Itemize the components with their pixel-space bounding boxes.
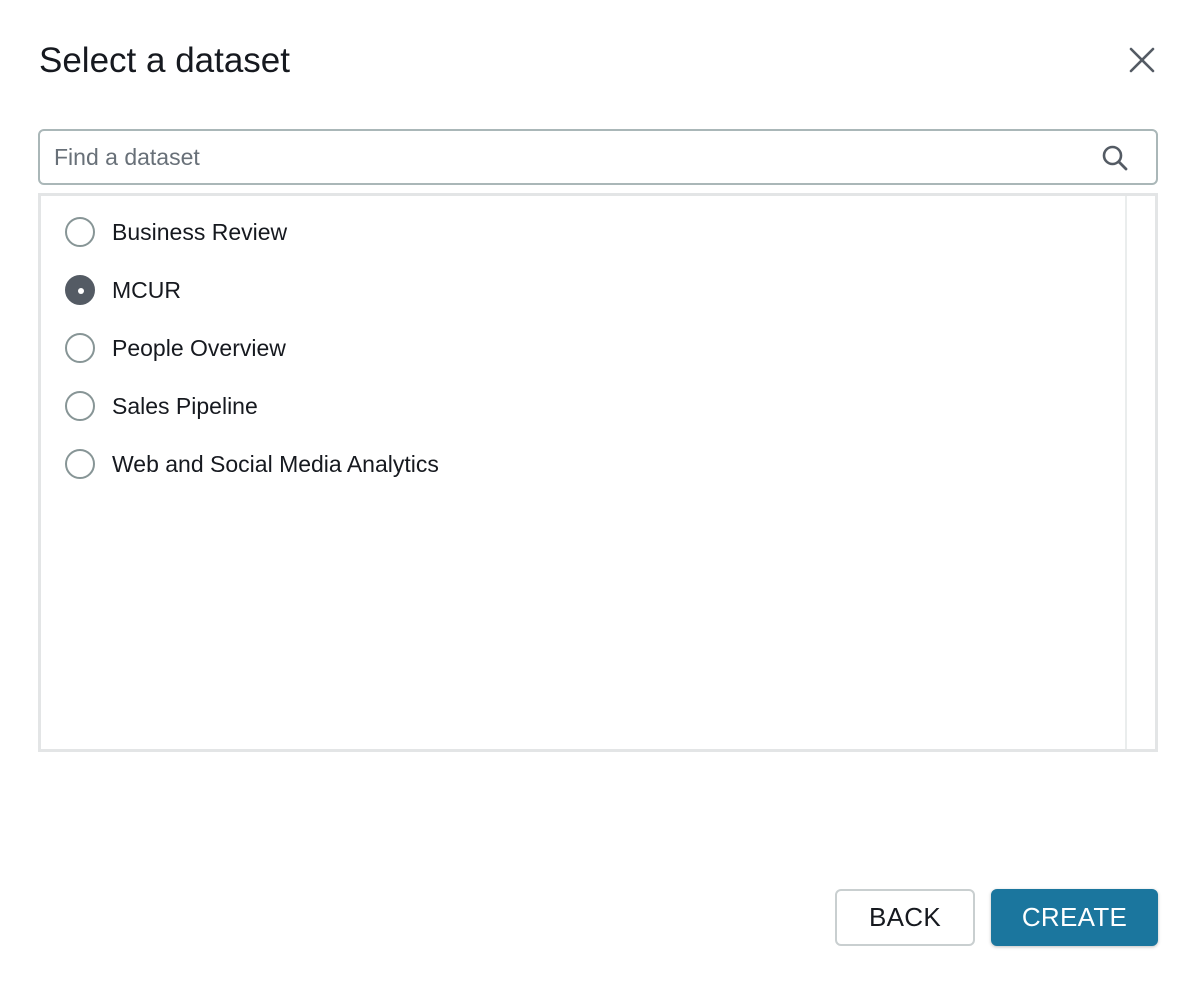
back-button[interactable]: BACK [835,889,975,946]
close-icon [1129,47,1155,73]
radio-button[interactable] [65,449,95,479]
dataset-option-label: MCUR [112,276,181,303]
dataset-option-web-social-media-analytics[interactable]: Web and Social Media Analytics [65,444,439,484]
radio-button[interactable] [65,391,95,421]
search-icon[interactable] [1100,143,1130,173]
dataset-option-label: Web and Social Media Analytics [112,450,439,477]
dataset-option-label: Business Review [112,218,288,245]
dataset-list: Business Review MCUR People Overview Sal… [38,193,1158,752]
dataset-option-people-overview[interactable]: People Overview [65,328,286,368]
create-button[interactable]: CREATE [991,889,1158,946]
search-box [38,129,1158,185]
dataset-option-mcur[interactable]: MCUR [65,270,181,310]
dataset-option-sales-pipeline[interactable]: Sales Pipeline [65,386,258,426]
radio-button[interactable] [65,333,95,363]
dataset-option-label: People Overview [112,334,286,361]
list-scrollbar[interactable] [1125,196,1155,749]
dataset-option-business-review[interactable]: Business Review [65,212,287,252]
close-button[interactable] [1124,42,1160,78]
radio-button[interactable] [65,217,95,247]
select-dataset-dialog: Select a dataset Business Review MCUR Pe… [0,0,1194,984]
search-input[interactable] [54,131,1084,183]
dataset-option-label: Sales Pipeline [112,392,258,419]
dialog-title: Select a dataset [39,41,290,80]
radio-button-selected[interactable] [65,275,95,305]
